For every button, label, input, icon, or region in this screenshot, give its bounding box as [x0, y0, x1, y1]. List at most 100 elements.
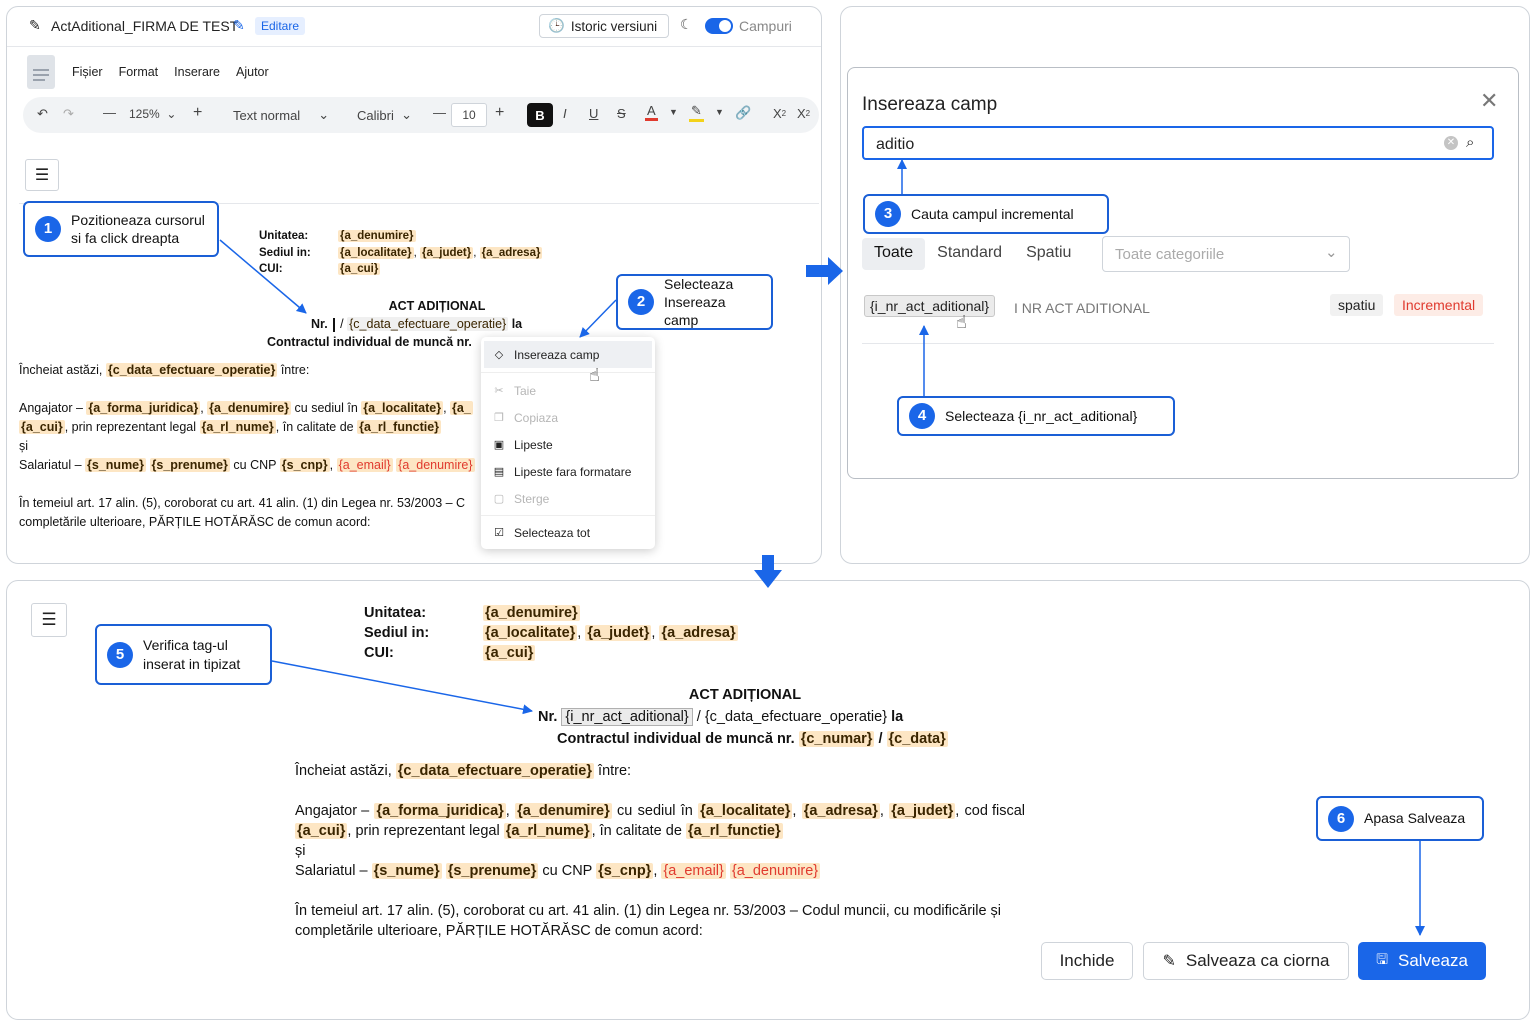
save-button[interactable]: 🖫 Salveaza [1358, 942, 1486, 980]
undo-icon[interactable]: ↶ [37, 106, 48, 122]
category-select[interactable]: Toate categoriile ⌄ [1102, 236, 1350, 272]
tab-standard[interactable]: Standard [925, 238, 1014, 270]
tag-a-rl-nume: {a_rl_nume} [503, 823, 592, 839]
text-color-dropdown-icon[interactable]: ▼ [669, 107, 678, 117]
tag-a-denumire: {a_denumire} [207, 401, 292, 415]
step-text: Pozitioneaza cursorul si fa click dreapt… [71, 211, 205, 246]
menu-paste[interactable]: ▣ Lipeste [481, 431, 655, 458]
link-icon[interactable]: 🔗 [735, 105, 751, 121]
theme-moon-icon[interactable]: ☾ [680, 16, 693, 33]
tag-c-numar: {c_numar} [798, 731, 875, 747]
tag-a-denumire: {a_denumire} [483, 605, 580, 621]
zoom-select[interactable]: 125% ⌄ [129, 107, 176, 121]
tag-a-judet: {a_judet} [420, 246, 474, 259]
result-row[interactable]: {i_nr_act_aditional} I NR ACT ADITIONAL … [862, 290, 1494, 344]
font-size-decrease-icon[interactable]: — [433, 105, 446, 120]
style-select[interactable]: Text normal ⌄ [233, 107, 329, 123]
list-icon: ☰ [41, 610, 57, 629]
step-text: Selecteaza {i_nr_act_aditional} [945, 407, 1138, 424]
text-color-button[interactable]: A [645, 104, 658, 121]
subscript-icon[interactable]: X2 [797, 106, 810, 121]
dialog-title: Insereaza camp [862, 94, 998, 115]
font-select[interactable]: Calibri ⌄ [357, 107, 412, 123]
menu-insert[interactable]: Inserare [174, 65, 220, 79]
callout-step-3: 3 Cauta campul incremental [863, 194, 1109, 234]
tag-a-cui: {a_cui} [295, 823, 348, 839]
employer-line-2: {a_cui}, prin reprezentant legal {a_rl_n… [19, 420, 442, 434]
tag-a-cui: {a_cui} [338, 263, 381, 275]
bold-button[interactable]: B [527, 103, 553, 127]
menu-paste-plain[interactable]: ▤ Lipeste fara formatare [481, 458, 655, 485]
step-text: Cauta campul incremental [911, 205, 1074, 222]
step-number: 3 [875, 201, 901, 227]
search-field[interactable]: aditio ✕ ⌕ [862, 126, 1494, 160]
fields-toggle[interactable] [705, 18, 733, 34]
tag-a-adresa: {a_adresa} [479, 246, 543, 259]
doc-contract-line: Contractul individual de muncă nr. {c_nu… [557, 731, 948, 747]
doc-header-values: {a_denumire} {a_localitate}, {a_judet}, … [483, 605, 738, 661]
tag-a-cui: {a_cui} [483, 645, 536, 661]
redo-icon[interactable]: ↷ [63, 106, 74, 122]
strikethrough-button[interactable]: S [617, 106, 626, 121]
menu-format[interactable]: Format [119, 65, 159, 79]
zoom-in-icon[interactable]: + [193, 104, 202, 122]
doc-body: Încheiat astăzi, {c_data_efectuare_opera… [295, 761, 1025, 941]
filter-tabs: Toate Standard Spatiu [862, 238, 1083, 270]
close-icon[interactable]: ✕ [1480, 88, 1498, 114]
clear-icon[interactable]: ✕ [1444, 136, 1458, 150]
callout-step-4: 4 Selecteaza {i_nr_act_aditional} [897, 396, 1175, 436]
tag-a-denumire: {a_denumire} [515, 803, 612, 819]
superscript-icon[interactable]: X2 [773, 106, 786, 121]
doc-header-labels: Unitatea: Sediul in: CUI: [259, 228, 311, 278]
menu-help[interactable]: Ajutor [236, 65, 269, 79]
employer-line: Angajator – {a_forma_juridica}, {a_denum… [19, 401, 473, 415]
menu-file[interactable]: Fișier [72, 65, 103, 79]
tag-truncated: {a_ [450, 401, 473, 415]
callout-step-2: 2 Selecteaza Insereaza camp [616, 274, 773, 330]
tab-space[interactable]: Spatiu [1014, 238, 1083, 270]
highlight-icon[interactable]: ✎ [689, 103, 704, 122]
outline-button[interactable]: ☰ [25, 159, 59, 191]
tab-all[interactable]: Toate [862, 238, 926, 270]
context-menu: ◇ Insereaza camp ✂ Taie ❐ Copiaza ▣ Lipeste … [481, 337, 655, 549]
employee-line: Salariatul – {s_nume} {s_prenume} cu CNP… [295, 863, 821, 879]
result-tag[interactable]: {i_nr_act_aditional} [864, 295, 996, 317]
save-draft-button[interactable]: ✎ Salveaza ca ciorna [1143, 942, 1349, 980]
tag-s-prenume: {s_prenume} [149, 458, 230, 472]
tag-a-localitate: {a_localitate} [698, 803, 793, 819]
history-button[interactable]: 🕒 Istoric versiuni [539, 14, 669, 38]
close-button[interactable]: Inchide [1041, 942, 1133, 980]
menu-cut: ✂ Taie [494, 383, 537, 398]
tag-a-forma-juridica: {a_forma_juridica} [86, 401, 201, 415]
legal-text-1: În temeiul art. 17 alin. (5), coroborat … [19, 496, 466, 510]
tag-a-cui: {a_cui} [19, 420, 65, 434]
style-value: Text normal [233, 107, 301, 123]
text-cursor [333, 317, 335, 332]
doc-nr-line: Nr. / {c_data_efectuare_operatie} la [311, 315, 522, 334]
menu-insert-field[interactable]: ◇ Insereaza camp [484, 341, 652, 368]
save-icon: 🖫 [1376, 951, 1388, 967]
font-size-input[interactable]: 10 [451, 103, 487, 127]
zoom-out-icon[interactable]: — [103, 105, 116, 120]
font-size-increase-icon[interactable]: + [495, 104, 504, 122]
search-icon[interactable]: ⌕ [1466, 134, 1474, 151]
seat-label: Sediul in: [364, 625, 430, 641]
act-title: ACT ADIȚIONAL [388, 299, 486, 313]
outline-button[interactable]: ☰ [31, 603, 67, 637]
doc-header-values: {a_denumire} {a_localitate}, {a_judet}, … [338, 230, 543, 275]
highlight-dropdown-icon[interactable]: ▼ [715, 107, 724, 117]
tag-a-judet: {a_judet} [585, 625, 652, 641]
unit-label: Unitatea: [364, 605, 427, 621]
menu-select-all[interactable]: ☑ Selecteaza tot [481, 519, 655, 546]
step-text: Apasa Salveaza [1364, 810, 1466, 827]
underline-button[interactable]: U [589, 106, 598, 121]
draft-label: Salveaza ca ciorna [1185, 951, 1330, 970]
tag-c-data: {c_data} [886, 731, 948, 747]
tag-a-adresa: {a_adresa} [801, 803, 880, 819]
rename-icon[interactable]: ✎ [233, 17, 245, 34]
search-input[interactable]: aditio [876, 136, 914, 154]
tag-s-cnp: {s_cnp} [279, 458, 330, 472]
italic-button[interactable]: I [563, 106, 567, 121]
mode-badge: Editare [255, 17, 306, 35]
select-all-icon: ☑ [494, 527, 504, 539]
